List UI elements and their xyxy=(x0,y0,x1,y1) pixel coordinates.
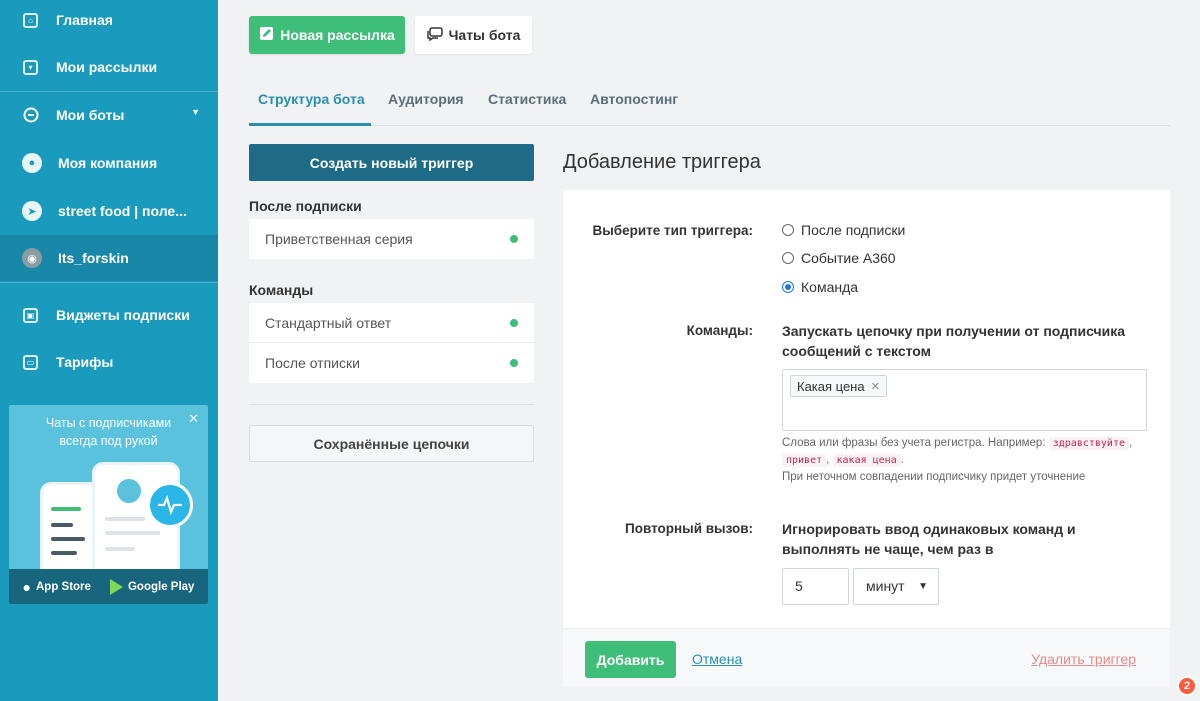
example-code: какая цена xyxy=(832,454,901,467)
sidebar-item-its-forskin[interactable]: ◉ Its_forskin xyxy=(0,235,218,281)
commands-label: Команды: xyxy=(686,323,753,338)
sidebar-item-label: Моя компания xyxy=(58,155,158,171)
store-links: ● App Store Google Play xyxy=(9,569,208,604)
tab-autoposting[interactable]: Автопостинг xyxy=(590,82,678,126)
new-mailing-button[interactable]: Новая рассылка xyxy=(249,16,405,54)
commands-description: Запускать цепочку при получении от подпи… xyxy=(782,323,1126,359)
bot-chats-button[interactable]: Чаты бота xyxy=(415,16,532,54)
form-footer: Добавить Отмена Удалить триггер xyxy=(563,628,1170,687)
sidebar-item-street-food[interactable]: ➤ street food | поле... xyxy=(0,188,218,234)
notification-badge[interactable]: 2 xyxy=(1177,676,1197,696)
repeat-interval-input[interactable]: 5 xyxy=(782,568,849,605)
list-item[interactable]: Стандартный ответ xyxy=(249,303,534,343)
radio-circle[interactable] xyxy=(782,252,794,264)
trigger-list: Стандартный ответ После отписки xyxy=(249,303,534,383)
divider xyxy=(249,404,534,405)
example-code: здравствуйте xyxy=(1048,437,1129,450)
sidebar-divider xyxy=(0,282,218,283)
commands-hint: Слова или фразы без учета регистра. Напр… xyxy=(782,437,1133,467)
page-title: Добавление триггера xyxy=(563,151,761,173)
telegram-icon: ➤ xyxy=(22,201,42,221)
trigger-form: Выберите тип триггера: После подписки Со… xyxy=(563,190,1170,687)
group-title: После подписки xyxy=(249,198,362,214)
close-icon[interactable]: ✕ xyxy=(188,411,199,427)
google-play-link[interactable]: Google Play xyxy=(109,578,194,595)
saved-chains-button[interactable]: Сохранённые цепочки xyxy=(249,425,534,462)
chevron-down-icon[interactable]: ▼ xyxy=(191,107,200,117)
group-title: Команды xyxy=(249,282,314,298)
repeat-unit-select[interactable]: минут ▼ xyxy=(853,568,939,605)
company-avatar: ● xyxy=(22,153,42,173)
tariff-icon: ▭ xyxy=(23,354,38,370)
tab-bot-structure[interactable]: Структура бота xyxy=(249,82,371,126)
tab-statistics[interactable]: Статистика xyxy=(488,82,566,126)
chevron-down-icon: ▼ xyxy=(918,581,928,592)
example-code: привет xyxy=(782,454,827,467)
commands-tag-input[interactable]: Какая цена ✕ xyxy=(782,369,1147,431)
inbox-icon: ▾ xyxy=(23,59,38,75)
repeat-label: Повторный вызов: xyxy=(625,521,753,536)
app-promo-banner: Чаты с подписчиками всегда под рукой ✕ ●… xyxy=(9,405,208,604)
sidebar-item-label: Мои рассылки xyxy=(56,59,158,75)
sidebar-item-label: Мои боты xyxy=(56,107,125,123)
tabs-bar: Структура бота Аудитория Статистика Авто… xyxy=(249,82,1170,126)
chat-app-icon xyxy=(147,482,193,528)
tab-audience[interactable]: Аудитория xyxy=(388,82,464,126)
sidebar-item-mailings[interactable]: ▾ Мои рассылки xyxy=(0,44,218,90)
instagram-avatar: ◉ xyxy=(22,248,42,268)
sidebar-item-home[interactable]: ⌂ Главная xyxy=(0,0,218,43)
home-icon: ⌂ xyxy=(23,12,38,28)
radio-circle[interactable] xyxy=(782,224,794,236)
radio-event-a360[interactable]: Событие A360 xyxy=(782,250,896,266)
sidebar-item-tariffs[interactable]: ▭ Тарифы xyxy=(0,339,218,385)
status-dot xyxy=(510,318,518,327)
radio-command[interactable]: Команда xyxy=(782,279,858,295)
bot-icon xyxy=(22,106,40,124)
list-item[interactable]: Приветственная серия xyxy=(249,219,534,259)
sidebar-item-label: Тарифы xyxy=(56,354,114,370)
phone-illustration xyxy=(43,485,99,575)
status-dot xyxy=(510,359,518,367)
sidebar-item-company[interactable]: ● Моя компания xyxy=(0,140,218,186)
sidebar-item-label: Главная xyxy=(56,12,113,28)
sidebar-item-bots[interactable]: Мои боты ▼ xyxy=(0,92,218,138)
remove-tag-icon[interactable]: ✕ xyxy=(871,380,880,393)
radio-circle-selected[interactable] xyxy=(782,281,794,293)
radio-after-subscription[interactable]: После подписки xyxy=(782,222,905,238)
apple-icon: ● xyxy=(22,578,31,595)
promo-text: Чаты с подписчиками всегда под рукой xyxy=(45,416,172,448)
cancel-link[interactable]: Отмена xyxy=(692,651,742,667)
create-trigger-button[interactable]: Создать новый триггер xyxy=(249,144,534,181)
status-dot xyxy=(510,235,518,243)
edit-icon xyxy=(259,26,274,44)
google-play-icon xyxy=(109,578,123,595)
add-button[interactable]: Добавить xyxy=(585,641,676,678)
chat-icon xyxy=(426,26,443,44)
list-item[interactable]: После отписки xyxy=(249,343,534,383)
sidebar-item-label: street food | поле... xyxy=(58,203,187,219)
sidebar-item-widgets[interactable]: ▣ Виджеты подписки xyxy=(0,292,218,338)
trigger-list: Приветственная серия xyxy=(249,219,534,259)
sidebar: ⌂ Главная ▾ Мои рассылки Мои боты ▼ ● Мо… xyxy=(0,0,218,701)
command-tag: Какая цена ✕ xyxy=(790,375,887,397)
repeat-description: Игнорировать ввод одинаковых команд и вы… xyxy=(782,521,1076,557)
app-store-link[interactable]: ● App Store xyxy=(23,579,91,595)
trigger-type-label: Выберите тип триггера: xyxy=(592,223,753,238)
sidebar-item-label: Its_forskin xyxy=(58,250,129,266)
delete-trigger-link[interactable]: Удалить триггер xyxy=(1031,651,1136,667)
commands-hint-note: При неточном совпадении подписчику приде… xyxy=(782,471,1086,483)
sidebar-item-label: Виджеты подписки xyxy=(56,307,190,323)
widget-icon: ▣ xyxy=(23,307,38,323)
